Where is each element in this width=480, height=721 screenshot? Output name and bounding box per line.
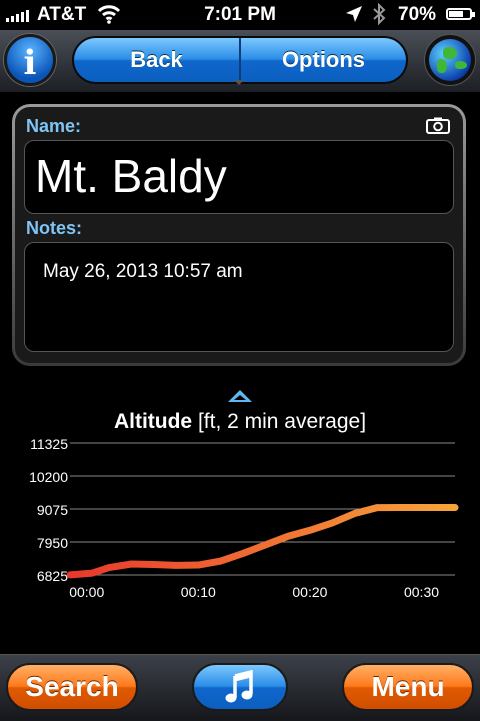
info-button[interactable]: i <box>4 34 56 86</box>
y-tick-label: 9075 <box>37 502 68 518</box>
y-tick-label: 11325 <box>30 436 68 452</box>
y-tick-label: 7950 <box>37 535 68 551</box>
battery-percent: 70% <box>398 4 437 25</box>
bluetooth-icon <box>373 3 386 25</box>
x-tick-label: 00:00 <box>69 584 104 600</box>
camera-icon[interactable] <box>426 117 450 134</box>
altitude-series-line <box>66 504 459 579</box>
x-tick-label: 00:30 <box>404 584 439 600</box>
notes-field[interactable]: May 26, 2013 10:57 am <box>24 242 454 352</box>
options-button[interactable]: Options <box>239 38 406 82</box>
map-globe-button[interactable] <box>424 34 476 86</box>
info-icon: i <box>23 43 37 83</box>
notes-value: May 26, 2013 10:57 am <box>43 261 243 282</box>
back-button[interactable]: Back <box>74 38 239 82</box>
battery-level-fill <box>449 11 463 17</box>
altitude-chart: Altitude [ft, 2 min average] 11325 10200 9… <box>0 380 480 640</box>
status-bar: AT&T 7:01 PM 70% <box>0 0 480 30</box>
back-options-segmented-control: Back Options <box>72 36 408 84</box>
location-arrow-icon <box>346 6 362 22</box>
x-tick-label: 00:10 <box>181 584 216 600</box>
y-tick-label: 6825 <box>37 568 68 584</box>
globe-icon <box>429 39 471 81</box>
music-button[interactable] <box>192 663 288 711</box>
battery-icon <box>446 8 475 20</box>
y-tick-label: 10200 <box>29 469 68 485</box>
music-note-icon <box>225 670 253 703</box>
search-button[interactable]: Search <box>6 663 138 711</box>
segment-divider-notch <box>234 80 244 85</box>
name-value: Mt. Baldy <box>35 150 227 202</box>
menu-button[interactable]: Menu <box>342 663 474 711</box>
bottom-toolbar: Search Menu <box>0 654 480 721</box>
x-tick-label: 00:20 <box>292 584 327 600</box>
name-field[interactable]: Mt. Baldy <box>24 140 454 214</box>
notes-label: Notes: <box>26 218 83 238</box>
altitude-chart-plot: 11325 10200 9075 7950 682500:00 00:10 00:20 00:… <box>29 436 459 600</box>
name-label: Name: <box>26 116 82 136</box>
